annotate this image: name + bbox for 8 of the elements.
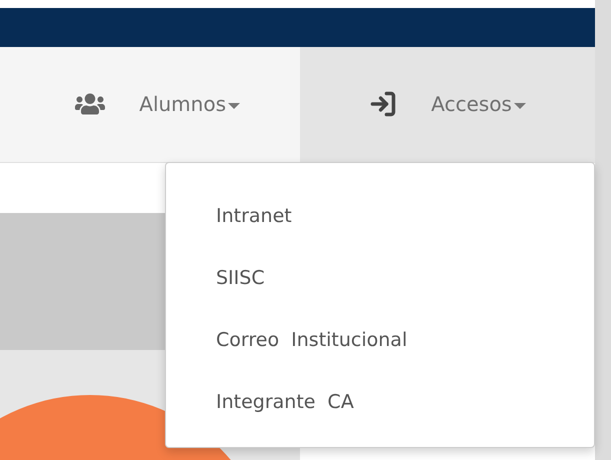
- menu-item[interactable]: Integrante CA: [166, 371, 594, 433]
- sign-in-icon: [369, 90, 398, 118]
- menu-item[interactable]: SIISC: [166, 247, 594, 309]
- menu-item[interactable]: Correo Institucional: [166, 309, 594, 371]
- caret-icon: [514, 102, 526, 109]
- caret-icon: [228, 102, 240, 109]
- menu-item[interactable]: Intranet: [166, 185, 594, 247]
- nav-menu-link[interactable]: Accesos: [300, 46, 595, 162]
